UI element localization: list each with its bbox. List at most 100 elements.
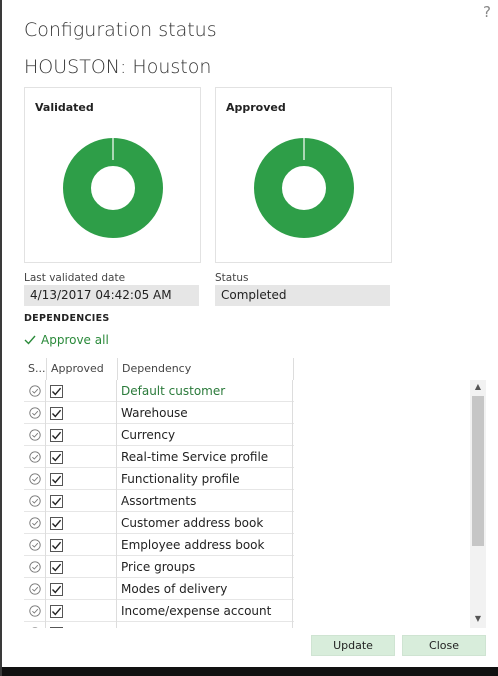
table-row[interactable]: Price groups (24, 556, 294, 578)
status-cell (24, 446, 46, 468)
dependency-name[interactable]: Currency (117, 424, 293, 446)
circle-check-icon (28, 495, 41, 507)
dependency-name[interactable]: Income/expense account (117, 600, 293, 622)
grid-scrollbar[interactable]: ▲ ▼ (470, 380, 486, 628)
approve-all-label: Approve all (41, 333, 109, 347)
dependency-name[interactable]: Price groups (117, 556, 293, 578)
approved-cell (46, 468, 117, 490)
table-row[interactable]: Functionality profile (24, 468, 294, 490)
circle-check-icon (28, 473, 41, 485)
approved-cell (46, 534, 117, 556)
approved-checkbox[interactable] (50, 406, 63, 420)
table-row[interactable]: Currency (24, 424, 294, 446)
checkbox-check-icon (51, 628, 62, 629)
dependency-name[interactable]: Modes of delivery (117, 578, 293, 600)
approved-cell (46, 622, 117, 628)
validated-card: Validated (24, 87, 201, 263)
column-header-dependency[interactable]: Dependency (117, 358, 294, 380)
checkbox-check-icon (51, 541, 62, 549)
checkbox-check-icon (51, 497, 62, 505)
approved-card: Approved (215, 87, 392, 263)
approved-checkbox[interactable] (50, 450, 63, 464)
scroll-up-arrow-icon[interactable]: ▲ (470, 380, 486, 394)
circle-check-icon (28, 429, 41, 441)
dependency-name[interactable]: Real-time Service profile (117, 446, 293, 468)
approved-card-title: Approved (226, 101, 286, 114)
scroll-thumb[interactable] (472, 396, 484, 546)
approved-cell (46, 446, 117, 468)
checkbox-check-icon (51, 453, 62, 461)
status-cell (24, 468, 46, 490)
dependency-name[interactable]: Functionality profile (117, 468, 293, 490)
validated-donut-chart (63, 138, 163, 238)
circle-check-icon (28, 517, 41, 529)
circle-check-icon (28, 539, 41, 551)
status-value: Completed (215, 285, 390, 306)
approved-checkbox[interactable] (50, 428, 63, 442)
table-row[interactable]: Assortments (24, 490, 294, 512)
last-validated-value: 4/13/2017 04:42:05 AM (24, 285, 199, 306)
status-cell (24, 402, 46, 424)
circle-check-icon (28, 451, 41, 463)
dependency-name[interactable]: Customer address book (117, 512, 293, 534)
status-cell (24, 534, 46, 556)
status-cell (24, 578, 46, 600)
approved-cell (46, 578, 117, 600)
dialog-title: Configuration status (24, 19, 217, 41)
circle-check-icon (28, 407, 41, 419)
column-header-status[interactable]: S... (24, 358, 46, 380)
approve-all-button[interactable]: Approve all (24, 333, 109, 347)
table-row[interactable]: Real-time Service profile (24, 446, 294, 468)
table-row[interactable]: Employee address book (24, 534, 294, 556)
checkbox-check-icon (51, 387, 62, 395)
circle-check-icon (28, 605, 41, 617)
status-cell (24, 622, 46, 628)
table-row[interactable]: Income/expense account (24, 600, 294, 622)
dependency-name[interactable]: Default customer (117, 380, 293, 402)
checkbox-check-icon (51, 585, 62, 593)
approved-checkbox[interactable] (50, 384, 63, 398)
status-cell (24, 556, 46, 578)
dependency-name[interactable]: Warehouse (117, 402, 293, 424)
status-cell (24, 490, 46, 512)
update-button[interactable]: Update (311, 635, 395, 656)
dependency-name[interactable]: Employee address book (117, 534, 293, 556)
approved-donut-chart (254, 138, 354, 238)
status-cell (24, 424, 46, 446)
last-validated-label: Last validated date (24, 272, 126, 284)
column-header-approved[interactable]: Approved (46, 358, 117, 380)
approved-cell (46, 556, 117, 578)
close-button[interactable]: Close (402, 635, 486, 656)
checkbox-check-icon (51, 409, 62, 417)
configuration-status-dialog: ? Configuration status HOUSTON: Houston … (0, 0, 498, 676)
scroll-down-arrow-icon[interactable]: ▼ (470, 612, 486, 626)
dependencies-grid: S... Approved Dependency Default custome… (24, 358, 470, 628)
store-subtitle: HOUSTON: Houston (24, 56, 212, 78)
dependency-name[interactable] (117, 622, 293, 628)
status-cell (24, 600, 46, 622)
grid-header: S... Approved Dependency (24, 358, 294, 380)
bottom-edge (2, 667, 498, 676)
table-row[interactable]: Modes of delivery (24, 578, 294, 600)
approved-checkbox[interactable] (50, 582, 63, 596)
question-mark-icon[interactable]: ? (480, 4, 494, 20)
table-row[interactable]: Warehouse (24, 402, 294, 424)
status-cell (24, 380, 46, 402)
circle-check-icon (28, 583, 41, 595)
approved-checkbox[interactable] (50, 516, 63, 530)
approved-checkbox[interactable] (50, 494, 63, 508)
checkbox-check-icon (51, 607, 62, 615)
status-label: Status (215, 272, 249, 284)
approved-cell (46, 490, 117, 512)
approved-checkbox[interactable] (50, 560, 63, 574)
approved-checkbox[interactable] (50, 626, 63, 629)
table-row[interactable] (24, 622, 294, 628)
approved-cell (46, 380, 117, 402)
dependency-name[interactable]: Assortments (117, 490, 293, 512)
dependencies-heading: DEPENDENCIES (24, 313, 110, 324)
table-row[interactable]: Customer address book (24, 512, 294, 534)
approved-checkbox[interactable] (50, 538, 63, 552)
table-row[interactable]: Default customer (24, 380, 294, 402)
approved-checkbox[interactable] (50, 472, 63, 486)
approved-checkbox[interactable] (50, 604, 63, 618)
